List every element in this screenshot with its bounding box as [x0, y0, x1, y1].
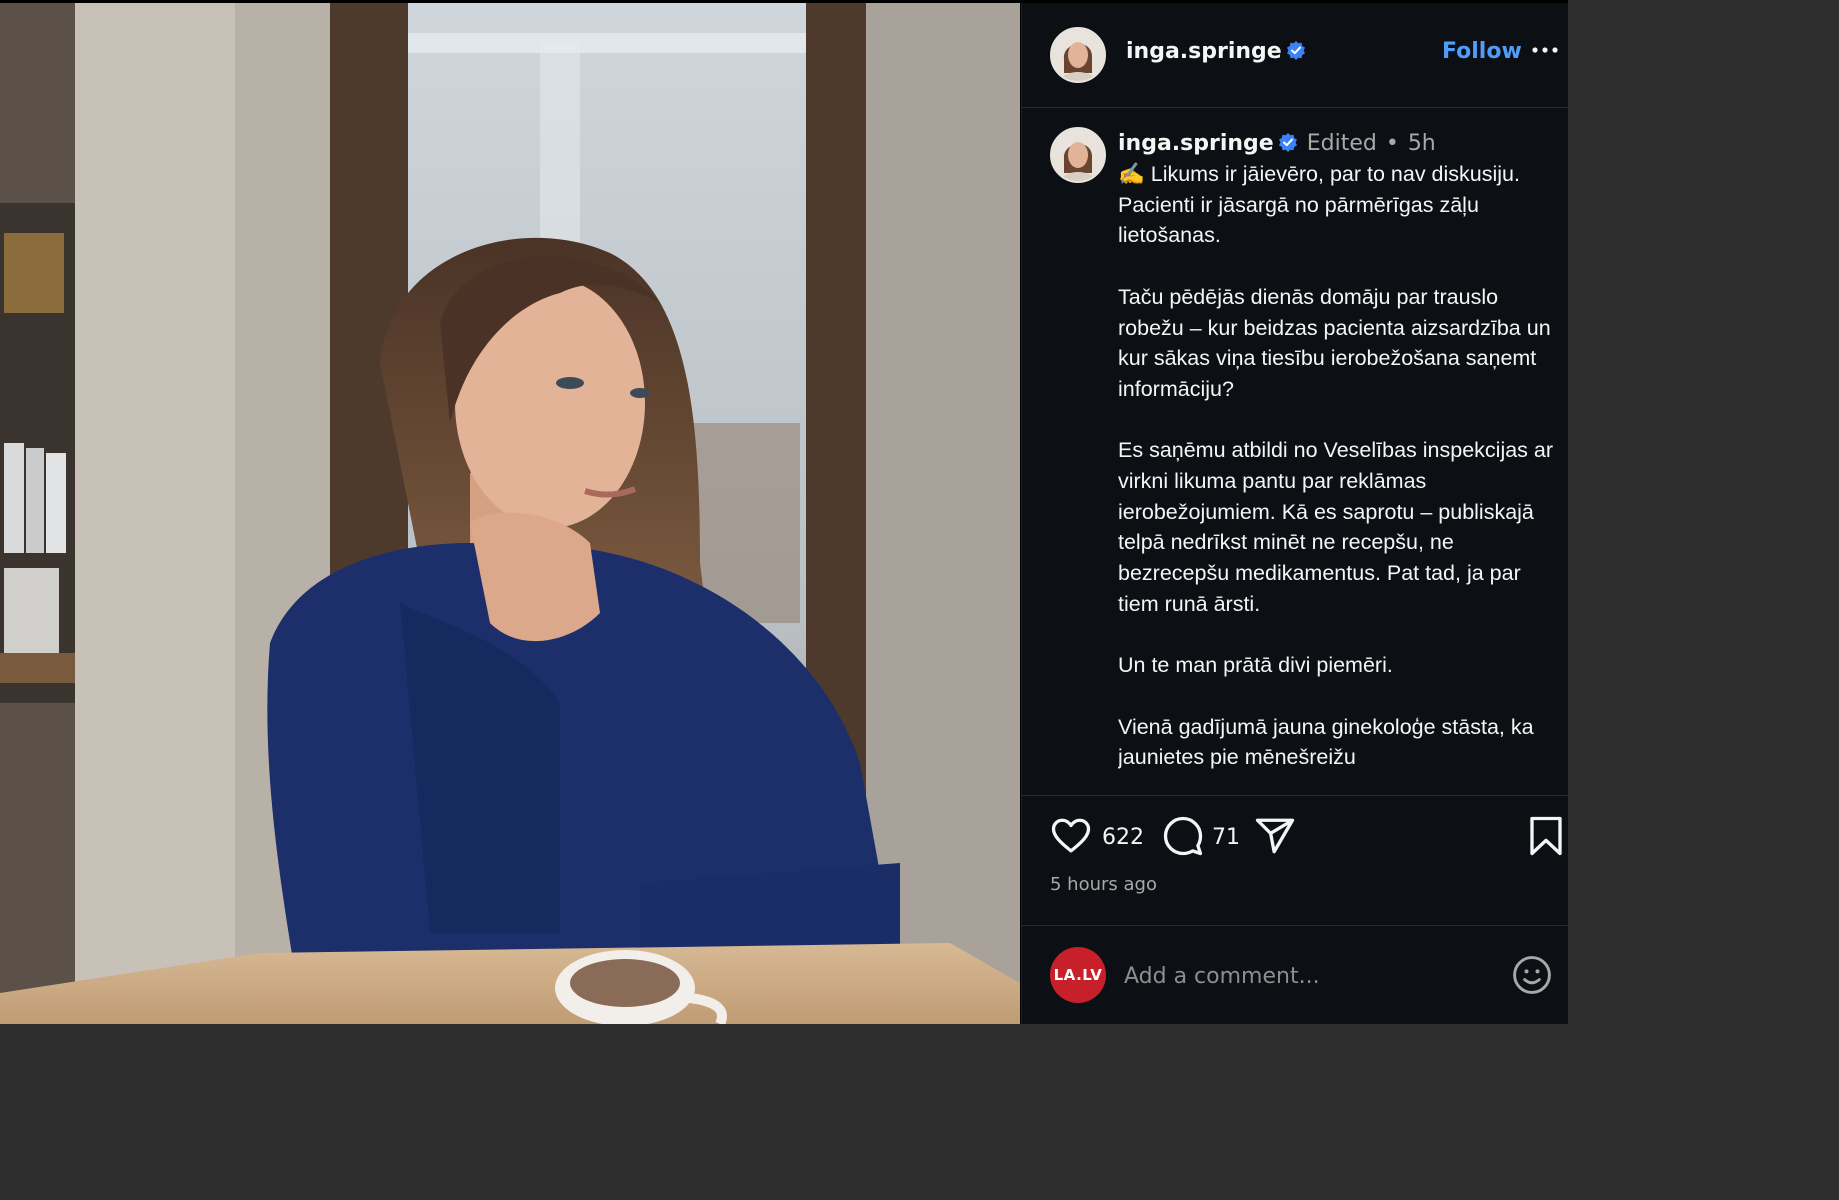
follow-button[interactable]: Follow: [1442, 39, 1522, 64]
post-photo-image: [0, 3, 1020, 1024]
edited-label: Edited: [1306, 131, 1377, 156]
post-timestamp: 5 hours ago: [1050, 874, 1157, 895]
post-sidebar: inga.springe Follow inga.springe Edited …: [1021, 3, 1568, 1024]
comment-bubble-icon[interactable]: [1162, 815, 1204, 857]
caption-header: inga.springe Edited • 5h: [1118, 129, 1558, 159]
caption-avatar-image: [1052, 129, 1104, 181]
action-bar: 622 71: [1022, 815, 1568, 865]
caption-time[interactable]: 5h: [1408, 131, 1436, 156]
comment-count[interactable]: 71: [1212, 825, 1240, 850]
caption-username[interactable]: inga.springe: [1118, 131, 1274, 156]
author-avatar[interactable]: [1050, 27, 1106, 83]
smiley-icon[interactable]: [1510, 953, 1554, 997]
comment-composer: LA.LV: [1022, 943, 1568, 1005]
post-dialog: inga.springe Follow inga.springe Edited …: [0, 0, 1568, 1024]
comment-input[interactable]: [1122, 955, 1486, 997]
comment-divider: [1022, 925, 1568, 926]
heart-icon[interactable]: [1050, 815, 1092, 857]
caption-block: inga.springe Edited • 5h ✍️ Likums ir jā…: [1118, 129, 1558, 795]
caption-author-avatar[interactable]: [1050, 127, 1106, 183]
author-avatar-image: [1052, 29, 1104, 81]
post-photo[interactable]: [0, 3, 1020, 1024]
send-icon[interactable]: [1254, 815, 1296, 857]
author-username-text[interactable]: inga.springe: [1126, 39, 1282, 64]
current-user-avatar: LA.LV: [1050, 947, 1106, 1003]
bookmark-icon[interactable]: [1528, 815, 1564, 857]
author-username[interactable]: inga.springe: [1126, 39, 1306, 64]
actions-divider: [1022, 795, 1568, 796]
verified-badge-icon: [1278, 133, 1297, 152]
caption-text: ✍️ Likums ir jāievēro, par to nav diskus…: [1118, 162, 1554, 770]
meta-separator: •: [1385, 131, 1399, 156]
like-count[interactable]: 622: [1102, 825, 1144, 850]
header-divider: [1022, 107, 1568, 108]
more-horizontal-icon[interactable]: [1532, 43, 1558, 57]
verified-badge-icon: [1286, 41, 1305, 60]
